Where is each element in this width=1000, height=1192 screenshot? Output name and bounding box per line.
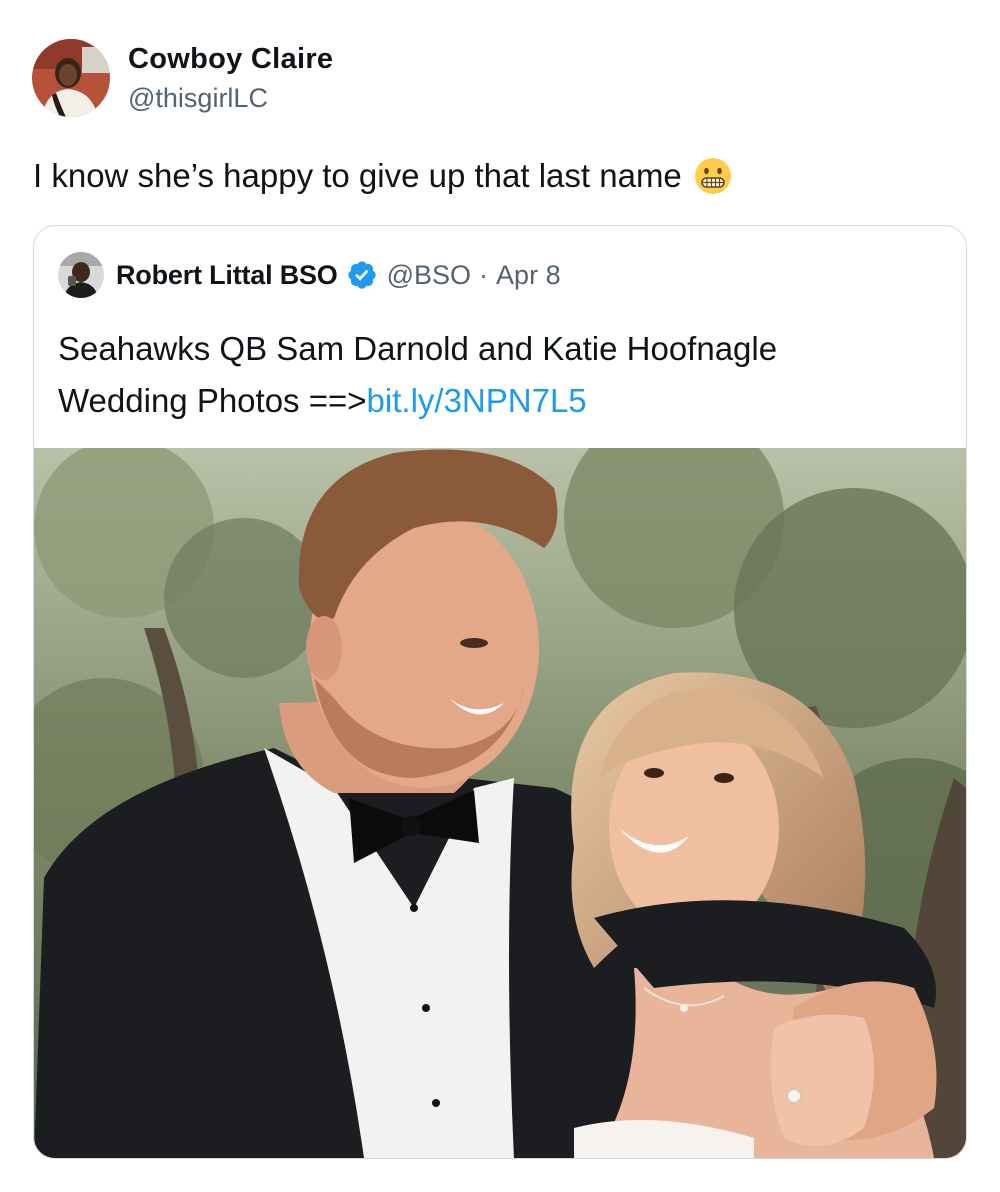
quoted-tweet-text: Seahawks QB Sam Darnold and Katie Hoofna…	[58, 323, 938, 427]
author-handle[interactable]: @thisgirlLC	[128, 80, 333, 116]
verified-badge-icon	[346, 259, 378, 291]
quoted-tweet-header: Robert Littal BSO @BSO · Apr 8	[58, 251, 561, 299]
quoted-text-line-2: Wedding Photos ==>bit.ly/3NPN7L5	[58, 375, 938, 427]
grimacing-face-icon	[694, 157, 732, 195]
quoted-author-handle[interactable]: @BSO	[387, 260, 471, 291]
tweet-text-body: I know she’s happy to give up that last …	[33, 157, 682, 194]
quoted-text-line-1: Seahawks QB Sam Darnold and Katie Hoofna…	[58, 330, 778, 367]
quoted-tweet-link[interactable]: bit.ly/3NPN7L5	[367, 382, 587, 419]
tweet-text: I know she’s happy to give up that last …	[33, 154, 732, 198]
quoted-author-avatar[interactable]	[58, 252, 104, 298]
quoted-tweet-card[interactable]: Robert Littal BSO @BSO · Apr 8 Seahawks …	[33, 225, 967, 1159]
quoted-tweet-photo[interactable]	[34, 448, 966, 1158]
author-avatar[interactable]	[32, 39, 110, 117]
tweet[interactable]: Cowboy Claire @thisgirlLC I know she’s h…	[0, 0, 1000, 1192]
quoted-text-prefix: Wedding Photos ==>	[58, 382, 367, 419]
quoted-tweet-date[interactable]: Apr 8	[496, 260, 561, 291]
tweet-author: Cowboy Claire @thisgirlLC	[32, 38, 333, 118]
quoted-author-display-name[interactable]: Robert Littal BSO	[116, 260, 338, 291]
separator-dot: ·	[479, 259, 489, 290]
author-display-name[interactable]: Cowboy Claire	[128, 40, 333, 78]
